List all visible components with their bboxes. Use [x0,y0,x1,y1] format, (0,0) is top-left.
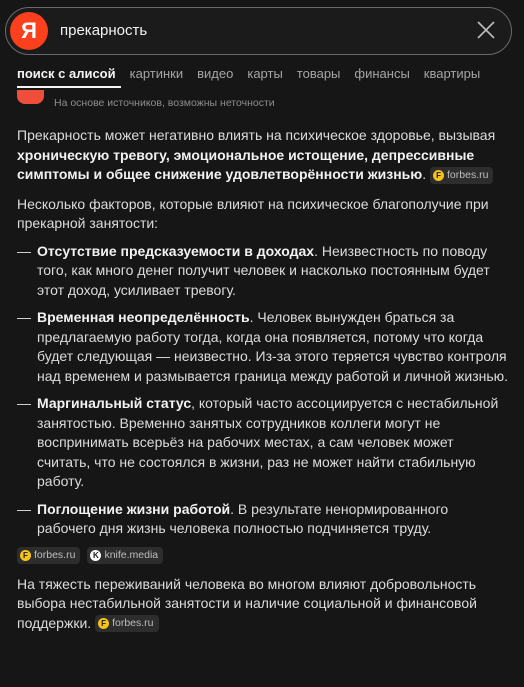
tab-finance[interactable]: финансы [354,66,409,81]
forbes-icon: F [98,618,110,630]
source-chip-forbes[interactable]: Fforbes.ru [17,546,81,564]
list-item-title: Отсутствие предсказуемости в доходах [37,242,315,259]
conclusion-text: На тяжесть переживаний человека во много… [17,575,477,631]
source-label: forbes.ru [34,548,76,561]
alice-icon [17,90,44,104]
list-dash: — [17,500,31,517]
list-item-title: Временная неопределённость [37,309,250,325]
tab-maps[interactable]: карты [247,66,282,81]
list-dash: — [17,242,31,259]
close-icon[interactable] [475,19,497,41]
yandex-logo[interactable]: Я [10,12,48,50]
active-tab-indicator [17,86,121,88]
search-input[interactable]: прекарность [60,8,147,53]
list-item-title: Поглощение жизни работой [37,500,231,517]
source-label: knife.media [104,548,159,561]
list-item-title: Маргинальный статус [37,395,192,411]
tab-alice-search[interactable]: поиск с алисой [17,66,116,81]
source-label: forbes.ru [447,168,489,181]
intro-end: . [422,166,427,182]
disclaimer-text: На основе источников, возможны неточност… [54,97,275,109]
intro-paragraph: Прекарность может негативно влиять на пс… [17,126,509,185]
list-item: — Временная неопределённость. Человек вын… [17,308,509,386]
answer-header: На основе источников, возможны неточност… [17,90,509,115]
tab-products[interactable]: товары [297,66,341,81]
list-dash: — [17,309,31,325]
intro-text: Прекарность может негативно влиять на пс… [17,127,496,143]
intro-bold: хроническую тревогу, эмоциональное истощ… [17,146,475,183]
tab-apartments[interactable]: квартиры [424,66,480,81]
forbes-icon: F [433,169,445,181]
source-chip-forbes[interactable]: Fforbes.ru [95,615,159,633]
alice-answer: На основе источников, возможны неточност… [17,90,509,634]
top-bar: Я прекарность поиск с алисой картинки виде… [0,0,524,92]
search-tabs: поиск с алисой картинки видео карты товары фи… [17,66,494,86]
forbes-icon: F [20,549,31,561]
conclusion-paragraph: На тяжесть переживаний человека во много… [17,575,509,634]
list-item: — Маргинальный статус, который часто ассо… [17,394,509,492]
list-item: — Отсутствие предсказуемости в доходах. Н… [17,242,509,301]
tab-images[interactable]: картинки [130,66,184,81]
list-dash: — [17,395,31,411]
list-item: — Поглощение жизни работой. В результате … [17,500,509,539]
tab-video[interactable]: видео [197,66,233,81]
sources-row: Fforbes.ru Kknife.media [17,546,509,564]
search-bar[interactable]: Я прекарность [5,7,512,55]
source-chip-knife[interactable]: Kknife.media [87,546,164,564]
source-chip-forbes[interactable]: Fforbes.ru [430,166,494,184]
knife-icon: K [90,549,102,561]
source-label: forbes.ru [112,617,154,630]
lead-paragraph: Несколько факторов, которые влияют на пс… [17,195,489,232]
factors-list: — Отсутствие предсказуемости в доходах. Н… [17,242,509,539]
